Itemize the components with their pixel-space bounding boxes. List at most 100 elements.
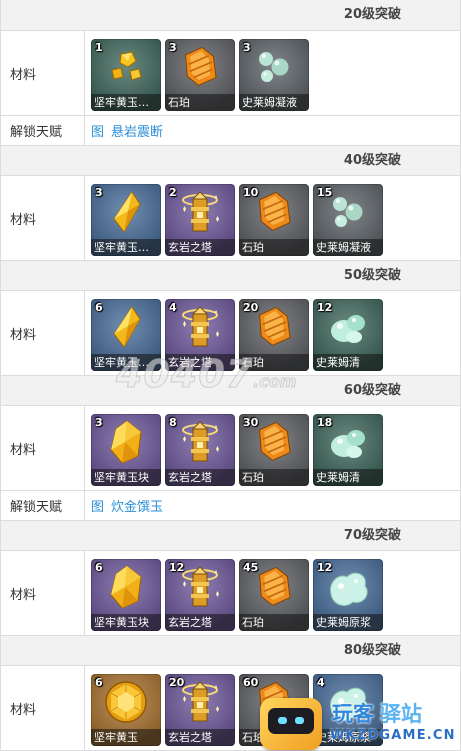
- material-card[interactable]: 6 坚牢黄玉块: [91, 559, 161, 631]
- section-title: 80级突破: [343, 643, 401, 658]
- material-name: 坚牢黄玉: [91, 729, 161, 746]
- materials-label: 材料: [1, 406, 85, 490]
- materials-row: 材料 1 坚牢黄玉… 3 石珀 3 史莱姆凝液: [1, 31, 460, 116]
- section-header: 40级突破: [1, 146, 460, 176]
- talent-name-link[interactable]: 炊金馔玉: [111, 496, 163, 515]
- material-count: 3: [169, 41, 177, 54]
- talent-name-link[interactable]: 悬岩震断: [111, 121, 163, 140]
- basalt-pillar-icon: [175, 419, 225, 465]
- materials-list: 6 坚牢黄玉块 12 玄岩之塔 45 石珀 12 史莱姆原浆: [85, 551, 460, 635]
- material-card[interactable]: 1 坚牢黄玉…: [91, 39, 161, 111]
- section-title: 20级突破: [343, 7, 401, 22]
- material-count: 8: [169, 416, 177, 429]
- material-name: 石珀: [239, 469, 309, 486]
- section-title: 40级突破: [343, 153, 401, 168]
- material-count: 3: [243, 41, 251, 54]
- logo-title-a: 玩客: [332, 702, 374, 726]
- material-name: 史莱姆凝液: [239, 94, 309, 111]
- topaz-fragment-icon: [101, 189, 151, 235]
- material-card[interactable]: 45 石珀: [239, 559, 309, 631]
- section-header: 50级突破: [1, 261, 460, 291]
- talent-row: 解锁天赋图悬岩震断: [1, 116, 460, 146]
- cor-lapis-icon: [175, 44, 225, 90]
- material-name: 石珀: [165, 94, 235, 111]
- topaz-gemstone-icon: [101, 679, 151, 725]
- material-count: 4: [169, 301, 177, 314]
- material-name: 玄岩之塔: [165, 354, 235, 371]
- talent-value: 图炊金馔玉: [85, 491, 460, 520]
- material-name: 石珀: [239, 614, 309, 631]
- material-card[interactable]: 3 坚牢黄玉…: [91, 184, 161, 256]
- materials-row: 材料 6 坚牢黄玉块 12 玄岩之塔 45 石珀 12 史莱姆原浆: [1, 551, 460, 636]
- material-count: 15: [317, 186, 333, 199]
- material-name: 坚牢黄玉…: [91, 354, 161, 371]
- material-name: 玄岩之塔: [165, 239, 235, 256]
- material-count: 1: [95, 41, 103, 54]
- material-card[interactable]: 6 坚牢黄玉…: [91, 299, 161, 371]
- logo-domain: WKZDGAME.CN: [330, 728, 456, 743]
- robot-eye: [295, 717, 304, 724]
- section-title: 60级突破: [343, 383, 401, 398]
- material-name: 史莱姆清: [313, 354, 383, 371]
- materials-row: 材料 3 坚牢黄玉… 2 玄岩之塔 10 石珀 15 史莱姆凝液: [1, 176, 460, 261]
- material-name: 石珀: [239, 354, 309, 371]
- material-count: 12: [169, 561, 185, 574]
- material-card[interactable]: 12 史莱姆原浆: [313, 559, 383, 631]
- material-name: 坚牢黄玉…: [91, 239, 161, 256]
- material-card[interactable]: 18 史莱姆清: [313, 414, 383, 486]
- material-card[interactable]: 12 史莱姆清: [313, 299, 383, 371]
- material-count: 45: [243, 561, 259, 574]
- material-card[interactable]: 20 玄岩之塔: [165, 674, 235, 746]
- material-card[interactable]: 4 玄岩之塔: [165, 299, 235, 371]
- robot-eye: [278, 717, 287, 724]
- section-title: 50级突破: [343, 268, 401, 283]
- material-name: 玄岩之塔: [165, 614, 235, 631]
- material-name: 坚牢黄玉…: [91, 94, 161, 111]
- materials-list: 3 坚牢黄玉… 2 玄岩之塔 10 石珀 15 史莱姆凝液: [85, 176, 460, 260]
- section-title: 70级突破: [343, 528, 401, 543]
- material-name: 石珀: [239, 239, 309, 256]
- section-header: 60级突破: [1, 376, 460, 406]
- material-count: 12: [317, 561, 333, 574]
- talent-image-link[interactable]: 图: [91, 121, 104, 140]
- material-count: 20: [169, 676, 185, 689]
- material-name: 史莱姆清: [313, 469, 383, 486]
- materials-label: 材料: [1, 176, 85, 260]
- ascension-table: 20级突破 材料 1 坚牢黄玉… 3 石珀 3 史莱姆凝液 解锁天赋图悬岩震断 40级突破 材料 3 坚…: [0, 0, 461, 751]
- materials-row: 材料 3 坚牢黄玉块 8 玄岩之塔 30 石珀 18 史莱姆清: [1, 406, 460, 491]
- materials-list: 3 坚牢黄玉块 8 玄岩之塔 30 石珀 18 史莱姆清: [85, 406, 460, 490]
- material-card[interactable]: 8 玄岩之塔: [165, 414, 235, 486]
- material-count: 20: [243, 301, 259, 314]
- materials-list: 6 坚牢黄玉… 4 玄岩之塔 20 石珀 12 史莱姆清: [85, 291, 460, 375]
- materials-label: 材料: [1, 31, 85, 115]
- material-card[interactable]: 3 石珀: [165, 39, 235, 111]
- basalt-pillar-icon: [175, 189, 225, 235]
- topaz-fragment-icon: [101, 304, 151, 350]
- material-name: 玄岩之塔: [165, 469, 235, 486]
- robot-screen: [268, 708, 314, 734]
- material-name: 史莱姆原浆: [313, 614, 383, 631]
- materials-label: 材料: [1, 666, 85, 750]
- logo-title-b: 驿站: [380, 702, 422, 726]
- talent-value: 图悬岩震断: [85, 116, 460, 145]
- material-card[interactable]: 15 史莱姆凝液: [313, 184, 383, 256]
- material-card[interactable]: 3 坚牢黄玉块: [91, 414, 161, 486]
- material-card[interactable]: 6 坚牢黄玉: [91, 674, 161, 746]
- material-count: 2: [169, 186, 177, 199]
- material-count: 3: [95, 186, 103, 199]
- material-card[interactable]: 2 玄岩之塔: [165, 184, 235, 256]
- material-count: 6: [95, 676, 103, 689]
- talent-label: 解锁天赋: [1, 116, 85, 145]
- materials-label: 材料: [1, 551, 85, 635]
- section-header: 20级突破: [1, 0, 460, 31]
- basalt-pillar-icon: [175, 304, 225, 350]
- material-count: 6: [95, 301, 103, 314]
- topaz-chunk-icon: [101, 564, 151, 610]
- material-card[interactable]: 12 玄岩之塔: [165, 559, 235, 631]
- material-card[interactable]: 10 石珀: [239, 184, 309, 256]
- material-card[interactable]: 30 石珀: [239, 414, 309, 486]
- talent-row: 解锁天赋图炊金馔玉: [1, 491, 460, 521]
- material-card[interactable]: 3 史莱姆凝液: [239, 39, 309, 111]
- talent-image-link[interactable]: 图: [91, 496, 104, 515]
- material-card[interactable]: 20 石珀: [239, 299, 309, 371]
